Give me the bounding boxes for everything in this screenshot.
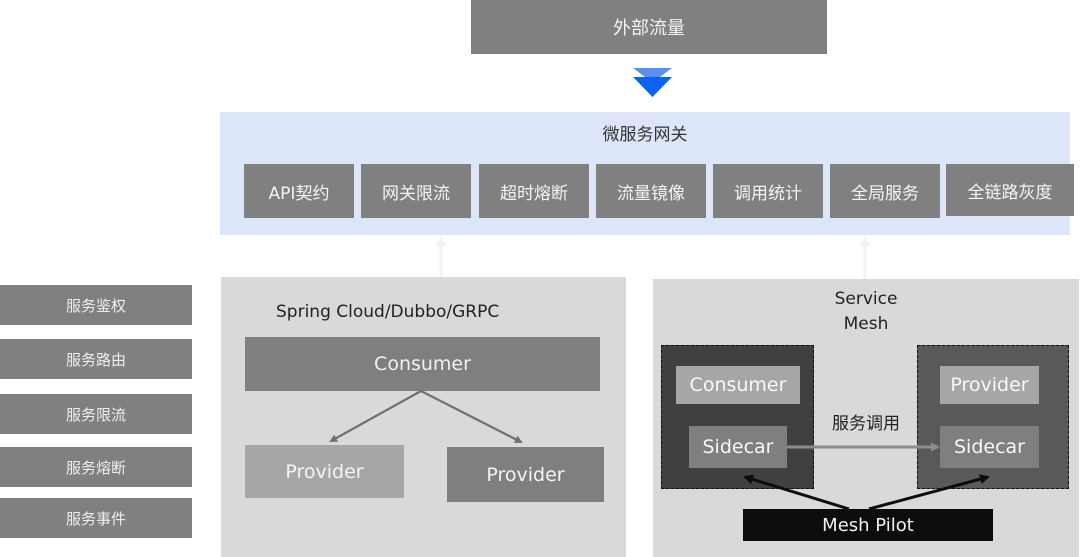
gateway-item-timeout-circuit-break: 超时熔断 [479, 164, 589, 218]
gateway-item-label: API契约 [268, 183, 330, 204]
pod-consumer-app: Consumer [676, 366, 800, 404]
pod-provider-sidecar: Sidecar [940, 426, 1039, 468]
sidecar-label: Sidecar [702, 436, 774, 458]
gateway-item-label: 全局服务 [851, 183, 919, 204]
external-traffic-box: 外部流量 [471, 0, 827, 54]
service-mesh-title-line2: Mesh [843, 314, 889, 334]
connector-arrow-right [859, 237, 871, 279]
gateway-item-label: 调用统计 [734, 183, 802, 204]
side-feature-circuit-break: 服务熔断 [0, 447, 192, 487]
side-feature-label: 服务熔断 [65, 458, 126, 477]
microservice-gateway: 微服务网关 API契约 网关限流 超时熔断 流量镜像 调用统计 全局服务 全链路… [220, 112, 1074, 235]
gateway-item-full-link-gray: 全链路灰度 [946, 164, 1074, 216]
service-mesh-title-line1: Service [834, 289, 898, 309]
gateway-item-api-contract: API契约 [244, 164, 354, 218]
gateway-item-traffic-mirror: 流量镜像 [596, 164, 706, 218]
side-feature-label: 服务路由 [65, 350, 126, 369]
gateway-item-label: 超时熔断 [500, 183, 568, 204]
framework-panel: Spring Cloud/Dubbo/GRPC Consumer Provide… [221, 277, 626, 557]
consumer-label: Consumer [374, 353, 471, 375]
side-feature-events: 服务事件 [0, 498, 192, 538]
arrow-consumer-to-provider-1 [329, 390, 422, 442]
side-feature-label: 服务事件 [65, 509, 126, 528]
service-call-label: 服务调用 [832, 414, 900, 434]
framework-provider-1: Provider [245, 445, 404, 498]
mesh-pilot-label: Mesh Pilot [822, 514, 914, 536]
double-chevron-down-icon [633, 68, 672, 97]
arrow-consumer-to-provider-2 [420, 390, 523, 443]
pod-consumer-sidecar: Sidecar [689, 426, 787, 468]
provider-pod: Provider Sidecar [917, 345, 1069, 489]
provider-label: Provider [486, 463, 565, 486]
gateway-item-label: 流量镜像 [617, 183, 685, 204]
side-feature-routing: 服务路由 [0, 339, 192, 379]
service-mesh-panel: Service Mesh Consumer Sidecar Provider S… [653, 279, 1079, 557]
connector-arrow-left [435, 237, 447, 277]
sidecar-label: Sidecar [954, 436, 1025, 458]
mesh-pilot: Mesh Pilot [743, 509, 993, 541]
gateway-item-label: 网关限流 [382, 183, 450, 204]
side-feature-label: 服务限流 [65, 405, 126, 424]
service-mesh-title: Service Mesh [653, 287, 1079, 337]
gateway-item-rate-limit: 网关限流 [361, 164, 471, 218]
side-feature-rate-limit: 服务限流 [0, 394, 192, 434]
gateway-item-global-service: 全局服务 [830, 164, 940, 218]
consumer-pod: Consumer Sidecar [661, 345, 814, 489]
framework-consumer: Consumer [245, 337, 600, 391]
provider-label: Provider [285, 460, 364, 483]
gateway-item-call-stats: 调用统计 [713, 164, 823, 218]
pod-app-label: Consumer [689, 374, 787, 396]
side-feature-label: 服务鉴权 [65, 296, 126, 315]
framework-panel-title: Spring Cloud/Dubbo/GRPC [276, 302, 500, 322]
gateway-title: 微服务网关 [602, 125, 688, 145]
external-traffic-label: 外部流量 [613, 18, 685, 39]
pod-app-label: Provider [950, 374, 1029, 396]
side-feature-auth: 服务鉴权 [0, 285, 192, 325]
framework-provider-2: Provider [447, 447, 604, 502]
gateway-item-label: 全链路灰度 [967, 182, 1053, 203]
pod-provider-app: Provider [940, 366, 1039, 404]
